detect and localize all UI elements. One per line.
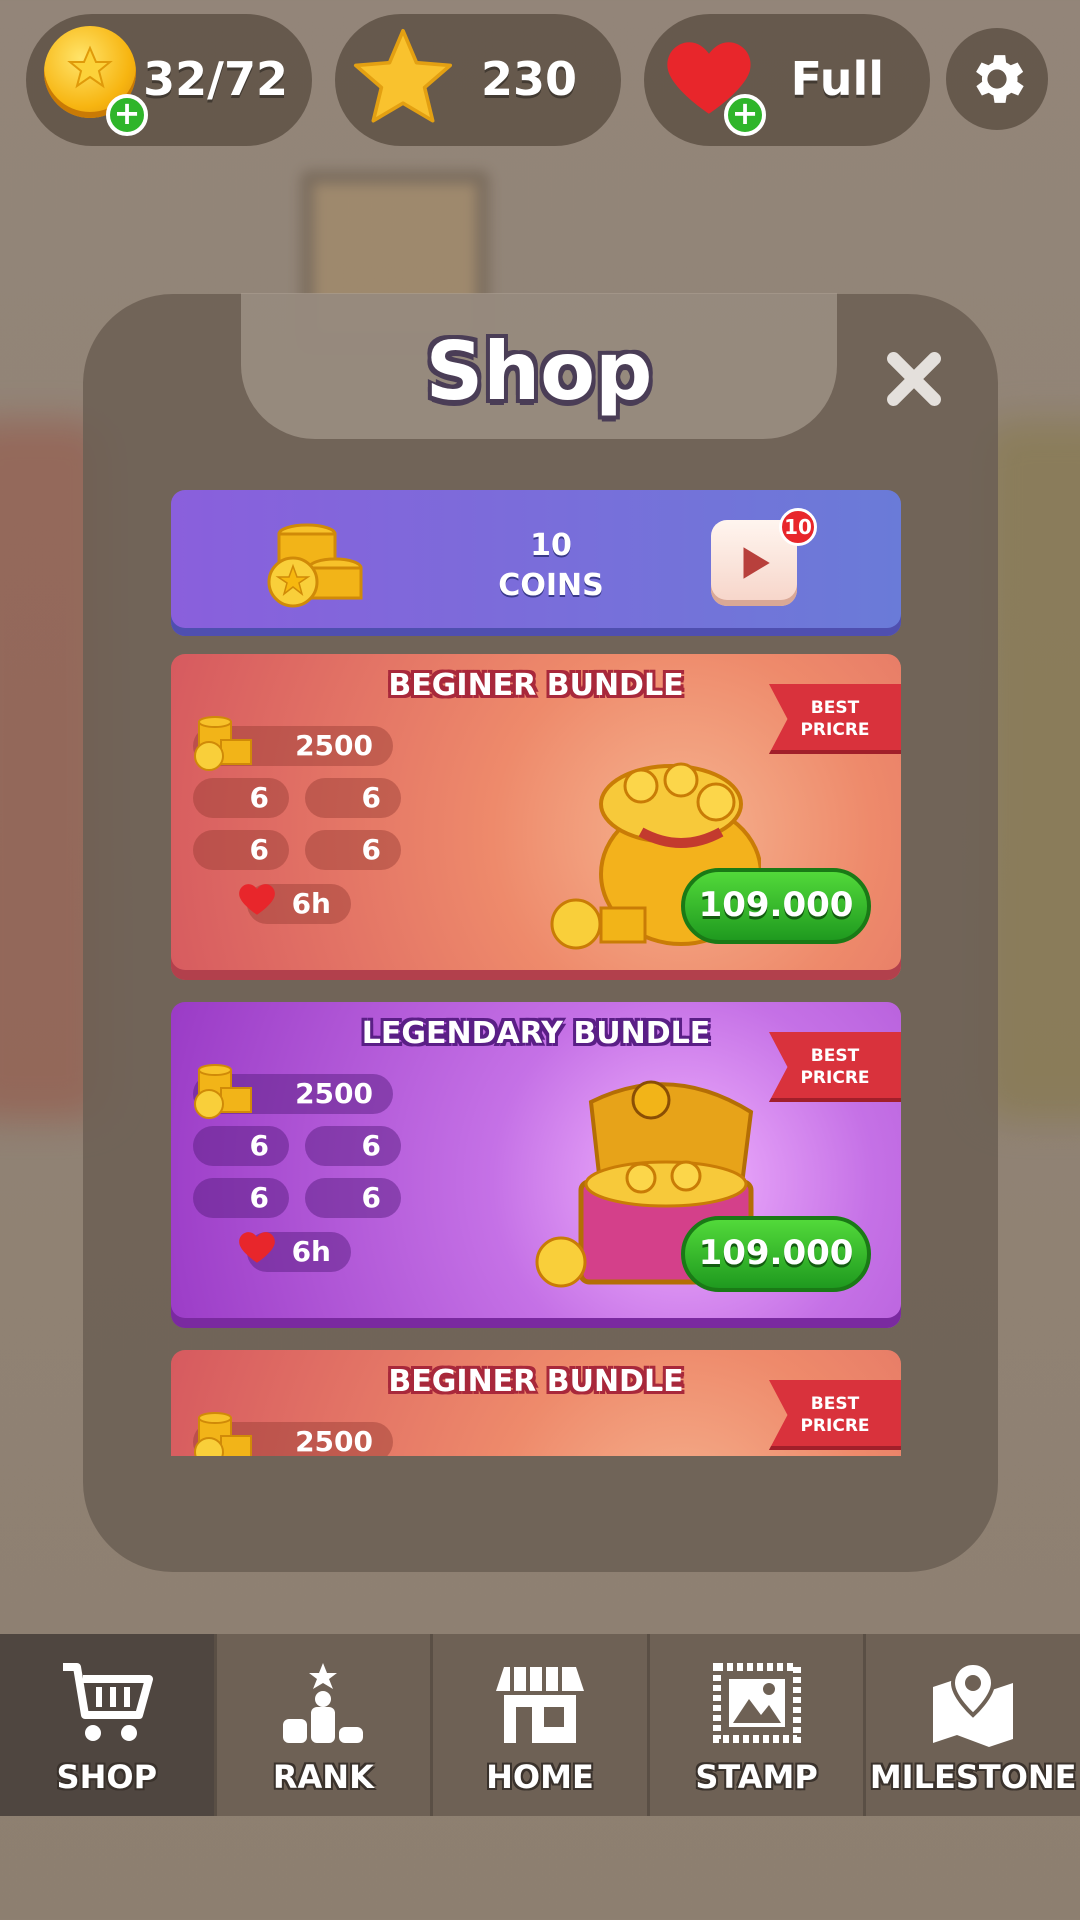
ribbon-line2: PRICRE [800, 720, 870, 740]
stars-value: 230 [480, 52, 577, 106]
ribbon-line1: BEST [810, 1394, 860, 1414]
bundle-card-legendary[interactable]: LEGENDARY BUNDLE 2500 6 6 6 6 6h BEST PR… [171, 1002, 901, 1328]
nav-item-stamp[interactable]: STAMP [650, 1634, 867, 1816]
lives-value: Full [790, 52, 884, 106]
map-pin-icon [933, 1660, 1014, 1747]
heart-icon [239, 884, 275, 915]
settings-button[interactable] [946, 28, 1048, 130]
video-offer-label: 10 COINS [471, 526, 631, 606]
add-coins-plus-icon[interactable]: + [106, 94, 148, 136]
nav-item-rank[interactable]: RANK [217, 1634, 434, 1816]
nav-item-milestone[interactable]: MILESTONE [866, 1634, 1080, 1816]
ribbon-line1: BEST [810, 1046, 860, 1066]
ribbon-line1: BEST [810, 698, 860, 718]
star-icon [353, 28, 453, 123]
stars-counter: 230 [335, 14, 621, 146]
close-icon[interactable] [879, 344, 949, 414]
bottom-navigation: SHOP RANK HOME STAMP MILESTONE [0, 1634, 1080, 1816]
shop-title: Shop [425, 325, 653, 418]
bundle-item-count: 6 [193, 778, 289, 818]
best-price-ribbon: BEST PRICRE [769, 684, 901, 754]
bundle-item-count: 6 [193, 1126, 289, 1166]
cart-icon [62, 1663, 153, 1741]
bundle-card-beginner[interactable]: BEGINER BUNDLE 2500 6 6 6 6 6h BEST PRIC… [171, 654, 901, 980]
video-count-badge: 10 [779, 508, 817, 546]
play-video-icon [743, 547, 770, 579]
coins-value: 32/72 [143, 52, 288, 106]
buy-bundle-button[interactable]: 109.000 [681, 1216, 871, 1292]
bundle-item-count: 6 [193, 830, 289, 870]
lives-counter[interactable]: + Full [644, 14, 930, 146]
store-icon [495, 1667, 584, 1743]
bundle-item-count: 6 [193, 1178, 289, 1218]
best-price-ribbon: BEST PRICRE [769, 1380, 901, 1450]
video-coins-offer[interactable]: 10 COINS 10 [171, 490, 901, 636]
best-price-ribbon: BEST PRICRE [769, 1032, 901, 1102]
bundle-item-count: 6 [305, 1126, 401, 1166]
podium-icon [283, 1663, 364, 1743]
ribbon-line2: PRICRE [800, 1068, 870, 1088]
nav-label-rank: RANK [272, 1758, 374, 1796]
coin-bag-icon [521, 1420, 761, 1456]
shop-offer-list[interactable]: 10 COINS 10 BEGINER BUNDLE 2500 6 6 6 6 … [171, 490, 901, 1456]
heart-icon [239, 1232, 275, 1263]
ribbon-line2: PRICRE [800, 1416, 870, 1436]
coin-stack-icon [267, 523, 363, 608]
video-offer-amount: 10 [530, 528, 572, 563]
coin-stack-icon [194, 1064, 252, 1119]
buy-bundle-button[interactable]: 109.000 [681, 868, 871, 944]
stamp-icon [712, 1663, 801, 1743]
nav-item-home[interactable]: HOME [433, 1634, 650, 1816]
nav-label-milestone: MILESTONE [869, 1758, 1077, 1796]
coin-stack-icon [194, 1412, 252, 1456]
gear-icon [976, 55, 1024, 103]
bundle-card-beginner-2[interactable]: BEGINER BUNDLE 2500 BEST PRICRE [171, 1350, 901, 1456]
coin-stack-icon [194, 716, 252, 771]
bundle-item-count: 6 [305, 830, 401, 870]
video-offer-unit: COINS [498, 568, 604, 603]
bundle-item-count: 6 [305, 1178, 401, 1218]
nav-label-shop: SHOP [56, 1758, 158, 1796]
nav-label-home: HOME [486, 1758, 594, 1796]
nav-label-stamp: STAMP [695, 1758, 818, 1796]
add-lives-plus-icon[interactable]: + [724, 94, 766, 136]
bundle-item-count: 6 [305, 778, 401, 818]
coins-counter[interactable]: + 32/72 [26, 14, 312, 146]
shop-panel: Shop 10 COINS 10 BEGINER BUNDLE 2500 6 6… [83, 293, 998, 1572]
shop-header: Shop [241, 293, 837, 439]
nav-item-shop[interactable]: SHOP [0, 1634, 217, 1816]
